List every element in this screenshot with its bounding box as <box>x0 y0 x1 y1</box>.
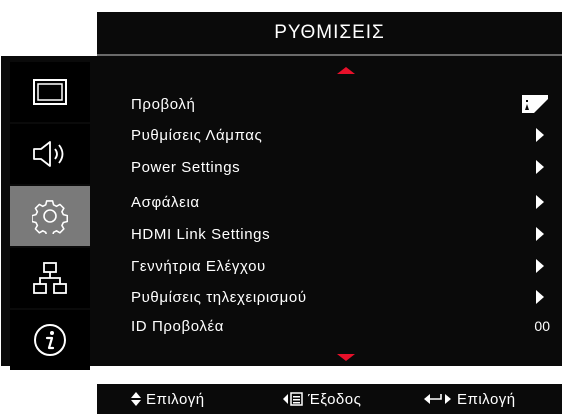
projection-mode-icon <box>522 95 548 113</box>
menu-item-test-pattern[interactable]: Γεννήτρια Ελέγχου <box>131 251 552 281</box>
network-icon <box>33 262 67 294</box>
footer-exit-label: Έξοδος <box>308 390 362 408</box>
submenu-arrow-icon <box>536 195 544 209</box>
up-down-arrows-icon <box>131 392 141 406</box>
tab-audio[interactable] <box>10 124 90 184</box>
tab-settings[interactable] <box>10 186 90 246</box>
info-icon <box>34 324 66 356</box>
menu-item-power-settings[interactable]: Power Settings <box>131 152 552 182</box>
menu-item-label: Ασφάλεια <box>131 193 200 211</box>
submenu-arrow-icon <box>536 290 544 304</box>
osd-menu: ΡΥΘΜΙΣΕΙΣ Προβολή Ρυθμίσεις Λάμπας Power… <box>0 0 578 414</box>
submenu-arrow-icon <box>536 160 544 174</box>
settings-gear-icon <box>32 200 68 234</box>
enter-return-icon <box>424 394 451 404</box>
menu-back-icon <box>283 392 303 406</box>
menu-item-security[interactable]: Ασφάλεια <box>131 187 552 217</box>
footer-enter-label: Επιλογή <box>457 390 516 408</box>
menu-item-lamp-settings[interactable]: Ρυθμίσεις Λάμπας <box>131 120 552 150</box>
scroll-down-arrow-icon[interactable] <box>337 354 355 361</box>
scroll-up-arrow-icon[interactable] <box>337 67 355 74</box>
menu-item-label: ID Προβολέα <box>131 317 225 335</box>
menu-item-label: Γεννήτρια Ελέγχου <box>131 257 266 275</box>
menu-item-label: Ρυθμίσεις τηλεχειρισμού <box>131 288 307 306</box>
submenu-arrow-icon <box>536 128 544 142</box>
menu-title: ΡΥΘΜΙΣΕΙΣ <box>274 22 385 43</box>
tab-display[interactable] <box>10 62 90 122</box>
menu-item-hdmi-link-settings[interactable]: HDMI Link Settings <box>131 219 552 249</box>
picture-icon <box>33 79 67 105</box>
footer-exit-hint: Έξοδος <box>283 384 361 414</box>
menu-item-label: HDMI Link Settings <box>131 225 271 243</box>
projector-id-value: 00 <box>534 318 550 334</box>
category-tabs <box>1 56 97 370</box>
footer-enter-hint: Επιλογή <box>424 384 516 414</box>
tab-information[interactable] <box>10 310 90 370</box>
menu-item-projector-id[interactable]: ID Προβολέα 00 <box>131 311 552 341</box>
menu-item-label: Power Settings <box>131 158 241 176</box>
menu-header: ΡΥΘΜΙΣΕΙΣ <box>97 12 562 54</box>
menu-item-label: Ρυθμίσεις Λάμπας <box>131 126 263 144</box>
submenu-arrow-icon <box>536 227 544 241</box>
tab-network[interactable] <box>10 248 90 308</box>
speaker-icon <box>33 141 64 167</box>
menu-item-label: Προβολή <box>131 95 196 113</box>
footer-select-hint: Επιλογή <box>131 384 205 414</box>
submenu-arrow-icon <box>536 259 544 273</box>
menu-item-projection[interactable]: Προβολή <box>131 89 552 119</box>
footer-select-label: Επιλογή <box>146 390 205 408</box>
menu-item-remote-settings[interactable]: Ρυθμίσεις τηλεχειρισμού <box>131 282 552 312</box>
